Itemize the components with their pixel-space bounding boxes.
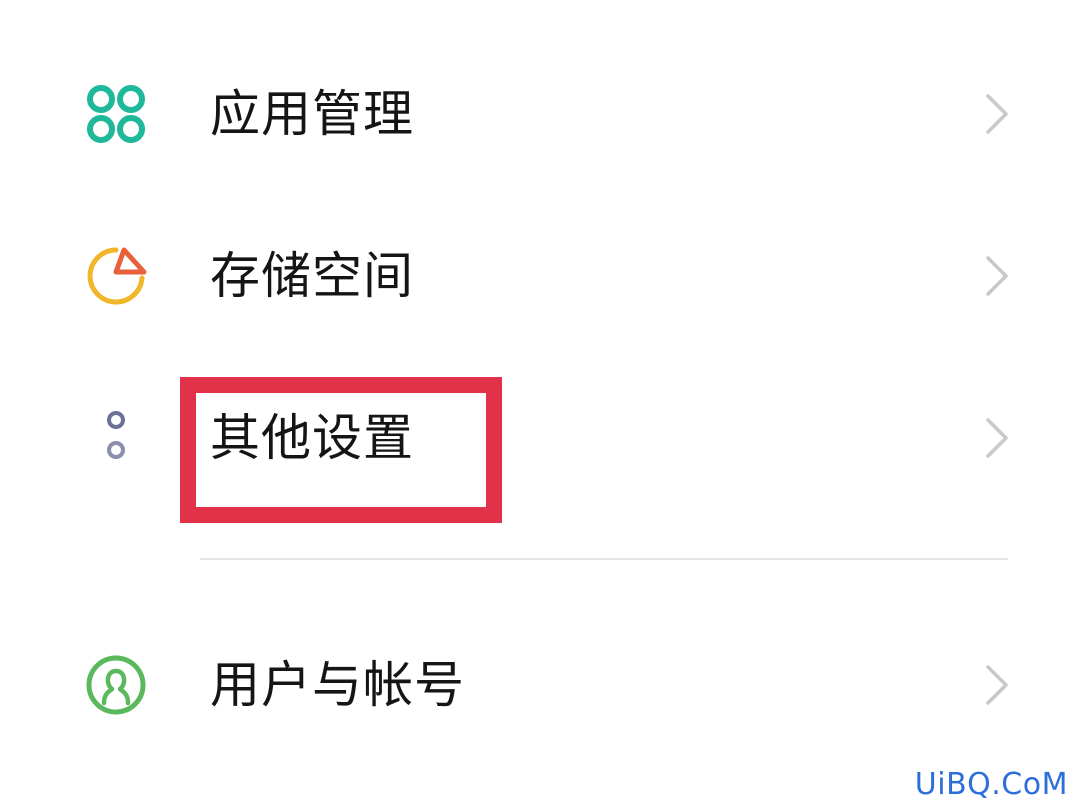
chevron-right-icon <box>980 254 1012 298</box>
settings-screen: 应用管理 存储空间 其他设置 用户与帐号 UiBQ.CoM <box>0 0 1080 810</box>
chevron-right-icon <box>980 663 1012 707</box>
settings-item-apps[interactable]: 应用管理 <box>0 54 1080 174</box>
chevron-right-icon <box>980 416 1012 460</box>
settings-item-other[interactable]: 其他设置 <box>0 378 1080 498</box>
settings-item-label: 存储空间 <box>210 247 414 305</box>
app-grid-icon <box>84 82 148 146</box>
section-divider <box>200 558 1008 560</box>
settings-item-label: 用户与帐号 <box>210 656 465 714</box>
pie-chart-icon <box>84 244 148 308</box>
settings-item-storage[interactable]: 存储空间 <box>0 216 1080 336</box>
user-circle-icon <box>84 653 148 717</box>
watermark-text: UiBQ.CoM <box>914 767 1068 802</box>
chevron-right-icon <box>980 92 1012 136</box>
settings-item-users[interactable]: 用户与帐号 <box>0 625 1080 745</box>
more-dots-icon <box>84 406 148 470</box>
settings-item-label: 其他设置 <box>210 409 414 467</box>
settings-item-label: 应用管理 <box>210 85 414 143</box>
